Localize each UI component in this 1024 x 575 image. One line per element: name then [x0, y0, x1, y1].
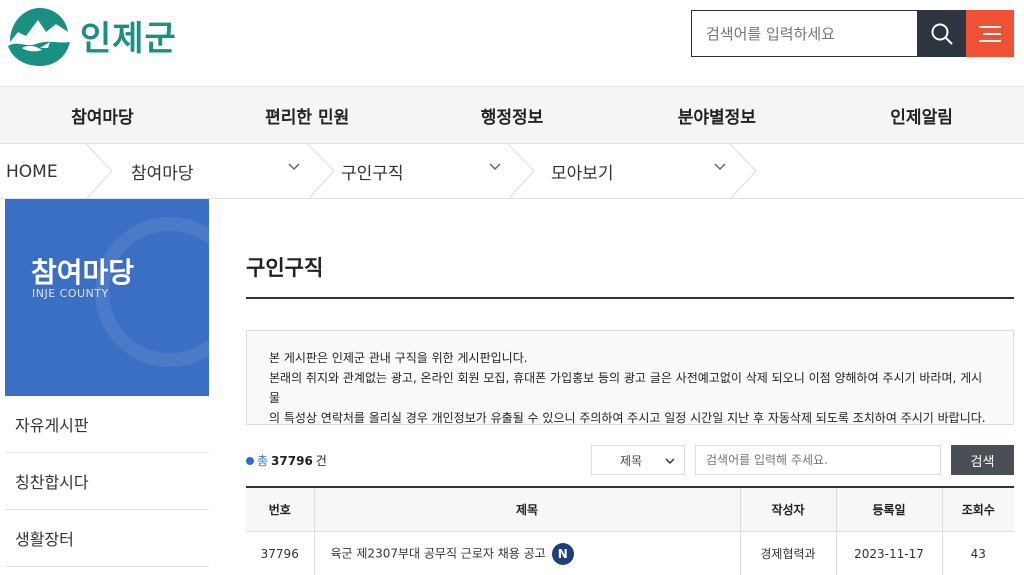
hamburger-menu-icon: [979, 25, 1001, 42]
sidebar-item-market[interactable]: 생활장터: [5, 510, 209, 567]
logo[interactable]: 인제군: [4, 0, 184, 70]
row-views: 43: [970, 546, 986, 561]
job-board-table: 번호 제목 작성자 등록일 조회수 37796 육군 제2307부대 공무직 근…: [246, 486, 1014, 575]
board-notice: 본 게시판은 인제군 관내 구직을 위한 게시판입니다. 본래의 취지와 관계없…: [246, 330, 1014, 425]
site-header: 인제군: [0, 0, 1024, 86]
header-search-input[interactable]: [706, 24, 917, 43]
emblem-watermark-icon: [95, 217, 209, 367]
nav-participation[interactable]: 참여마당: [0, 87, 205, 143]
notice-line: 본 게시판은 인제군 관내 구직을 위한 게시판입니다.: [269, 351, 528, 365]
row-title-link[interactable]: 육군 제2307부대 공무직 근로자 채용 공고: [331, 546, 546, 560]
breadcrumb-separator-icon: [85, 144, 113, 199]
page-title: 구인구직: [246, 256, 324, 280]
chevron-down-icon: [489, 163, 501, 171]
row-date: 2023-11-17: [836, 531, 943, 575]
total-label: 총: [257, 454, 269, 468]
breadcrumb-separator-icon: [507, 144, 535, 199]
breadcrumb-level2[interactable]: 구인구직: [341, 144, 511, 199]
notice-line: 의 특성상 연락처를 올리실 경우 개인정보가 유출될 수 있으니 주의하여 주…: [269, 411, 986, 425]
row-number: 37796: [246, 531, 315, 575]
nav-administration[interactable]: 행정정보: [410, 87, 615, 143]
table-row[interactable]: 37796 육군 제2307부대 공무직 근로자 채용 공고 N 경제협력과 20…: [246, 531, 1014, 575]
breadcrumb-level3[interactable]: 모아보기: [551, 144, 736, 199]
breadcrumb-separator-icon: [729, 144, 757, 199]
breadcrumb-level2-label: 구인구직: [341, 164, 404, 184]
search-field-select[interactable]: 제목: [591, 445, 685, 475]
logo-text: 인제군: [80, 18, 177, 59]
breadcrumb-home[interactable]: HOME: [6, 144, 58, 199]
breadcrumb: HOME 참여마당 구인구직 모아보기: [0, 144, 1024, 199]
total-number: 37796: [271, 453, 313, 468]
chevron-down-icon: [665, 458, 675, 465]
row-author: 경제협력과: [740, 531, 837, 575]
bullet-dot-icon: [246, 456, 254, 465]
nav-civil-service[interactable]: 편리한 민원: [205, 87, 410, 143]
total-unit: 건: [315, 454, 327, 468]
search-icon: [931, 23, 953, 45]
search-field-selected: 제목: [620, 453, 643, 468]
nav-field-info[interactable]: 분야별정보: [614, 87, 819, 143]
inje-emblem-icon: [8, 8, 70, 66]
col-number: 번호: [246, 487, 315, 532]
header-search-field[interactable]: [691, 10, 918, 57]
col-date: 등록일: [836, 487, 943, 532]
sidebar-item-praise[interactable]: 칭찬합시다: [5, 453, 209, 510]
board-search-field[interactable]: [695, 445, 941, 475]
breadcrumb-level1-label: 참여마당: [131, 164, 194, 184]
chevron-down-icon: [288, 163, 300, 171]
sidebar-header: 참여마당 INJE COUNTY: [5, 199, 209, 396]
nav-inje-news[interactable]: 인제알림: [819, 87, 1024, 143]
board-search-input[interactable]: [706, 453, 940, 467]
row-title-cell[interactable]: 육군 제2307부대 공무직 근로자 채용 공고 N: [314, 531, 741, 575]
breadcrumb-separator-icon: [307, 144, 335, 199]
breadcrumb-level1[interactable]: 참여마당: [131, 144, 306, 199]
sidebar-title: 참여마당: [31, 256, 135, 289]
col-author: 작성자: [740, 487, 837, 532]
sidebar-menu: 자유게시판 칭찬합시다 생활장터: [5, 396, 209, 567]
sidebar-item-free-board[interactable]: 자유게시판: [5, 396, 209, 453]
col-views: 조회수: [942, 487, 1014, 532]
new-badge-icon: N: [551, 542, 574, 565]
sidebar-subtitle: INJE COUNTY: [32, 287, 109, 300]
chevron-down-icon: [714, 163, 726, 171]
main-navigation: 참여마당 편리한 민원 행정정보 분야별정보 인제알림: [0, 86, 1024, 144]
table-header-row: 번호 제목 작성자 등록일 조회수: [246, 487, 1014, 532]
col-title: 제목: [314, 487, 741, 532]
board-search-button[interactable]: 검색: [951, 445, 1014, 475]
header-search-button[interactable]: [918, 10, 966, 57]
breadcrumb-level3-label: 모아보기: [551, 164, 614, 184]
total-count: 총 37796 건: [246, 452, 327, 469]
title-divider: [246, 297, 1014, 299]
all-menu-button[interactable]: [966, 10, 1014, 57]
notice-line: 본래의 취지와 관계없는 광고, 온라인 회원 모집, 휴대폰 가입홍보 등의 …: [269, 371, 983, 405]
